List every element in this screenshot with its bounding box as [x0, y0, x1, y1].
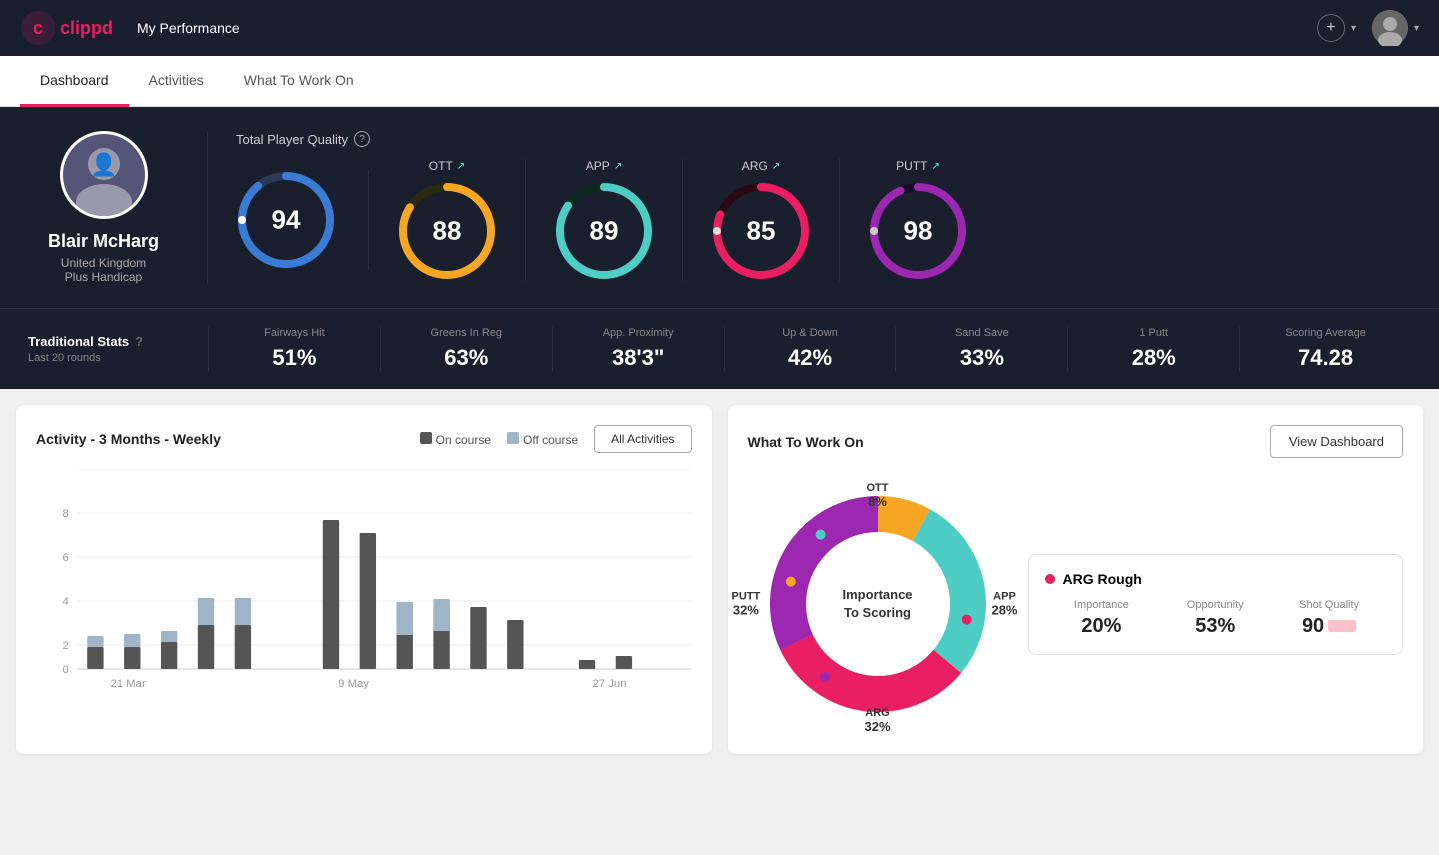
work-info-card: ARG Rough Importance 20% Opportunity 53%…	[1028, 554, 1404, 655]
stat-sand: Sand Save 33%	[895, 327, 1067, 371]
trad-subtitle: Last 20 rounds	[28, 352, 180, 364]
ott-label: OTT8%	[867, 482, 889, 509]
work-content: ImportanceTo Scoring OTT8% APP28% ARG32%…	[748, 474, 1404, 734]
svg-text:27 Jun: 27 Jun	[593, 678, 627, 689]
player-info: 👤 Blair McHarg United Kingdom Plus Handi…	[28, 131, 208, 284]
quality-section: Total Player Quality ? 94 OTT ↗	[208, 131, 1411, 284]
stat-proximity: App. Proximity 38'3"	[552, 327, 724, 371]
svg-text:4: 4	[63, 596, 69, 608]
shot-quality-bar	[1328, 620, 1356, 632]
nav-right: + ▾ ▾	[1317, 10, 1419, 46]
arg-label: ARG32%	[864, 707, 890, 734]
tab-activities[interactable]: Activities	[129, 56, 224, 107]
stat-one-putt: 1 Putt 28%	[1067, 327, 1239, 371]
player-name: Blair McHarg	[48, 231, 159, 252]
card-opportunity: Opportunity 53%	[1158, 599, 1272, 638]
svg-text:c: c	[33, 18, 43, 38]
donut-chart: ImportanceTo Scoring OTT8% APP28% ARG32%…	[748, 474, 1008, 734]
top-nav: c clippd My Performance + ▾ ▾	[0, 0, 1439, 56]
svg-text:6: 6	[63, 552, 69, 564]
chart-title: Activity - 3 Months - Weekly	[36, 431, 221, 447]
svg-text:0: 0	[63, 664, 69, 676]
stat-up-down: Up & Down 42%	[724, 327, 896, 371]
tabs-bar: Dashboard Activities What To Work On	[0, 56, 1439, 107]
app-label: APP28%	[991, 591, 1017, 618]
donut-svg	[748, 474, 1008, 734]
trad-stats-label: Traditional Stats ? Last 20 rounds	[28, 334, 208, 364]
putt-label: PUTT32%	[732, 591, 761, 618]
card-importance: Importance 20%	[1045, 599, 1159, 638]
scores-row: 94 OTT ↗ 88 APP	[236, 159, 1411, 281]
player-avatar: 👤	[60, 131, 148, 219]
avatar-chevron: ▾	[1414, 23, 1419, 34]
svg-text:8: 8	[63, 508, 69, 520]
view-dashboard-button[interactable]: View Dashboard	[1270, 425, 1403, 458]
logo[interactable]: c clippd	[20, 10, 113, 46]
stat-greens: Greens In Reg 63%	[380, 327, 552, 371]
card-title: ARG Rough	[1045, 571, 1387, 587]
score-putt: PUTT ↗ 98	[840, 159, 996, 281]
all-activities-button[interactable]: All Activities	[594, 425, 691, 453]
add-chevron: ▾	[1351, 23, 1356, 34]
main-score-circle: 94	[236, 170, 336, 270]
svg-text:2: 2	[63, 640, 69, 652]
avatar[interactable]	[1372, 10, 1408, 46]
score-arg: ARG ↗ 85	[683, 159, 840, 281]
chart-legend: On course Off course	[420, 432, 579, 447]
tab-what-to-work-on[interactable]: What To Work On	[224, 56, 374, 107]
score-ott: OTT ↗ 88	[369, 159, 526, 281]
hero-section: 👤 Blair McHarg United Kingdom Plus Handi…	[0, 107, 1439, 308]
traditional-stats: Traditional Stats ? Last 20 rounds Fairw…	[0, 308, 1439, 389]
tab-dashboard[interactable]: Dashboard	[20, 56, 129, 107]
work-header: What To Work On View Dashboard	[748, 425, 1404, 458]
score-app: APP ↗ 89	[526, 159, 683, 281]
svg-text:9 May: 9 May	[338, 678, 369, 689]
quality-header: Total Player Quality ?	[236, 131, 1411, 147]
player-handicap: Plus Handicap	[65, 270, 142, 284]
trad-help-icon[interactable]: ?	[135, 334, 143, 349]
stats-items: Fairways Hit 51% Greens In Reg 63% App. …	[208, 327, 1411, 371]
stat-scoring: Scoring Average 74.28	[1239, 327, 1411, 371]
page-title: My Performance	[137, 20, 240, 36]
player-country: United Kingdom	[61, 256, 146, 270]
stat-fairways: Fairways Hit 51%	[208, 327, 380, 371]
work-panel: What To Work On View Dashboard	[728, 405, 1424, 754]
bottom-row: Activity - 3 Months - Weekly On course O…	[0, 389, 1439, 770]
card-dot	[1045, 574, 1055, 584]
bar-chart: 0 2 4 6 8	[36, 469, 692, 689]
card-shot-quality: Shot Quality 90	[1272, 599, 1386, 638]
svg-text:👤: 👤	[90, 152, 117, 177]
card-stats: Importance 20% Opportunity 53% Shot Qual…	[1045, 599, 1387, 638]
add-button[interactable]: +	[1317, 14, 1345, 42]
bar-chart-svg: 0 2 4 6 8	[36, 469, 692, 689]
main-score-item: 94	[236, 170, 369, 270]
main-score-value: 94	[272, 205, 301, 236]
chart-header: Activity - 3 Months - Weekly On course O…	[36, 425, 692, 453]
svg-text:21 Mar: 21 Mar	[111, 678, 146, 689]
work-title: What To Work On	[748, 434, 864, 450]
chart-panel: Activity - 3 Months - Weekly On course O…	[16, 405, 712, 754]
quality-help-icon[interactable]: ?	[354, 131, 370, 147]
